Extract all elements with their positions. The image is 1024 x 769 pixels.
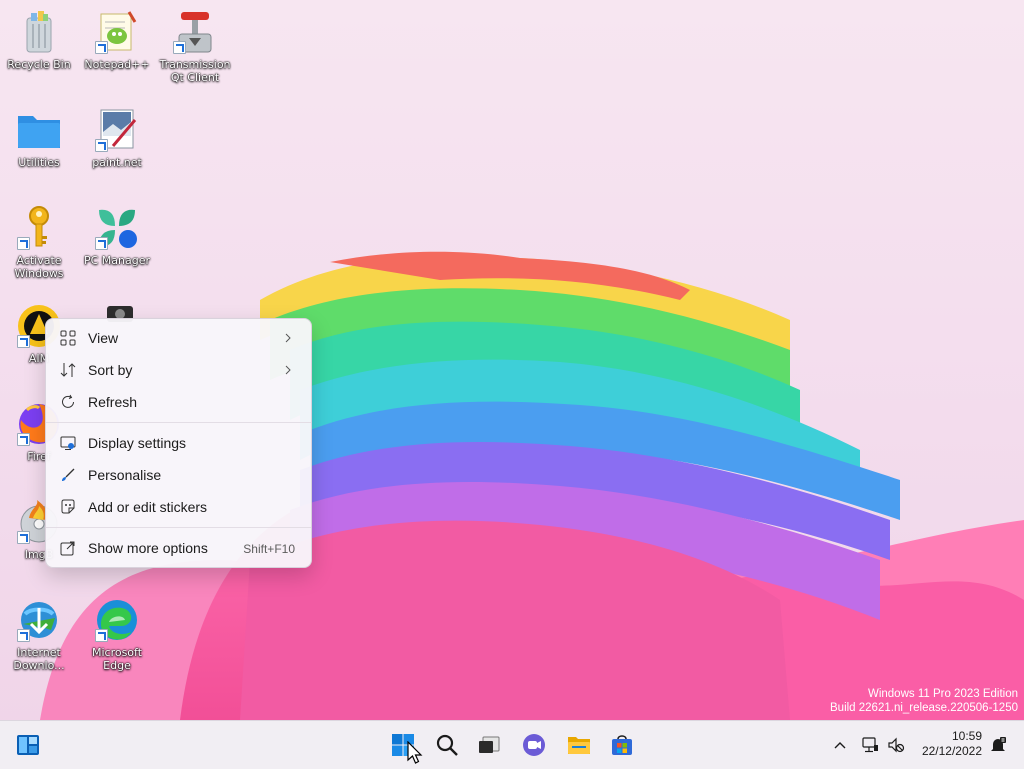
- widgets-button[interactable]: [10, 727, 46, 763]
- shortcut-arrow-icon: [173, 41, 186, 54]
- menu-item-label: Personalise: [88, 467, 162, 483]
- menu-item-refresh[interactable]: Refresh: [50, 387, 307, 417]
- search-button[interactable]: [429, 727, 465, 763]
- share-icon: [60, 541, 75, 556]
- network-icon: [862, 737, 878, 753]
- desktop-icon-utilities[interactable]: Utilities: [0, 106, 78, 169]
- desktop-icon-label: Microsoft Edge: [91, 646, 143, 672]
- desktop-icon-label: Activate Windows: [14, 254, 64, 280]
- shortcut-arrow-icon: [17, 335, 30, 348]
- task-view-icon: [479, 736, 500, 753]
- chevron-up-icon: [834, 742, 846, 749]
- chat-icon: [523, 734, 545, 756]
- sort-icon: [60, 363, 76, 377]
- notifications-button[interactable]: [984, 727, 1014, 763]
- shortcut-arrow-icon: [17, 531, 30, 544]
- shortcut-arrow-icon: [17, 629, 30, 642]
- store-icon: [612, 735, 632, 755]
- menu-item-label: Refresh: [88, 394, 138, 410]
- network-button[interactable]: [856, 727, 884, 763]
- volume-button[interactable]: [882, 727, 910, 763]
- menu-item-label: Display settings: [88, 435, 187, 451]
- menu-item-label: Show more options: [88, 540, 208, 556]
- refresh-icon: [62, 394, 74, 408]
- desktop-icon-activate-windows[interactable]: Activate Windows: [0, 204, 78, 280]
- show-hidden-icons-button[interactable]: [826, 727, 854, 763]
- mouse-cursor-icon: [407, 741, 423, 764]
- menu-separator: [46, 527, 311, 528]
- desktop-icon-paint-net[interactable]: paint.net: [78, 106, 156, 169]
- notification-bell-icon: [991, 737, 1006, 751]
- desktop-icon-transmission[interactable]: Transmission Qt Client: [156, 8, 234, 84]
- clock[interactable]: 10:59 22/12/2022: [922, 729, 982, 759]
- shortcut-arrow-icon: [17, 433, 30, 446]
- sticker-icon: [61, 499, 75, 514]
- clock-time: 10:59: [951, 729, 982, 743]
- shortcut-arrow-icon: [95, 237, 108, 250]
- menu-item-view[interactable]: View: [50, 323, 307, 353]
- brush-icon: [62, 468, 75, 481]
- desktop-icon-label: Utilities: [18, 156, 60, 169]
- file-explorer-button[interactable]: [561, 727, 597, 763]
- desktop-icon-label: Notepad++: [84, 58, 150, 71]
- desktop-icon-label: PC Manager: [83, 254, 151, 267]
- menu-item-label: Add or edit stickers: [88, 499, 208, 515]
- search-icon: [436, 734, 458, 756]
- task-view-button[interactable]: [471, 727, 507, 763]
- desktop-icon-internet-download-manager[interactable]: Internet Downlo...: [0, 596, 78, 672]
- file-explorer-icon: [568, 737, 590, 754]
- shortcut-arrow-icon: [95, 41, 108, 54]
- desktop-icon-pc-manager[interactable]: PC Manager: [78, 204, 156, 267]
- shortcut-arrow-icon: [95, 629, 108, 642]
- volume-muted-icon: [888, 737, 905, 753]
- menu-item-add-or-edit-stickers[interactable]: Add or edit stickers: [50, 492, 307, 522]
- menu-item-display-settings[interactable]: Display settings: [50, 428, 307, 458]
- desktop-icon-microsoft-edge[interactable]: Microsoft Edge: [78, 596, 156, 672]
- desktop-icon-label: Internet Downlo...: [13, 646, 65, 672]
- clock-date: 22/12/2022: [921, 744, 982, 758]
- desktop-icon-label: Transmission Qt Client: [159, 58, 231, 84]
- shortcut-arrow-icon: [95, 139, 108, 152]
- desktop-context-menu: View Sort by Refresh Display settings Pe…: [45, 318, 312, 568]
- taskbar: 10:59 22/12/2022: [0, 720, 1024, 769]
- watermark-edition: Windows 11 Pro 2023 Edition: [867, 688, 1018, 700]
- desktop-icon-notepad-plus-plus[interactable]: Notepad++: [78, 8, 156, 71]
- chat-button[interactable]: [516, 727, 552, 763]
- chevron-right-icon: [285, 365, 291, 375]
- shortcut-arrow-icon: [17, 237, 30, 250]
- recycle-bin-icon: [26, 11, 52, 53]
- watermark-build: Build 22621.ni_release.220506-1250: [830, 702, 1018, 714]
- folder-icon: [18, 116, 60, 148]
- microsoft-store-button[interactable]: [604, 727, 640, 763]
- desktop-icon-recycle-bin[interactable]: Recycle Bin: [0, 8, 78, 71]
- menu-item-personalise[interactable]: Personalise: [50, 460, 307, 490]
- grid-icon: [60, 330, 76, 346]
- desktop-icon-label: Recycle Bin: [7, 58, 71, 71]
- desktop-icon-label: paint.net: [92, 156, 142, 169]
- display-icon: [60, 436, 76, 450]
- desktop-watermark: Windows 11 Pro 2023 Edition Build 22621.…: [830, 687, 1018, 715]
- chevron-right-icon: [285, 333, 291, 343]
- keyboard-shortcut: Shift+F10: [243, 542, 295, 556]
- menu-item-label: View: [88, 330, 119, 346]
- menu-separator: [46, 422, 311, 423]
- menu-item-show-more-options[interactable]: Show more options Shift+F10: [50, 533, 307, 563]
- menu-item-label: Sort by: [88, 362, 133, 378]
- menu-item-sort-by[interactable]: Sort by: [50, 355, 307, 385]
- widgets-icon: [17, 735, 39, 755]
